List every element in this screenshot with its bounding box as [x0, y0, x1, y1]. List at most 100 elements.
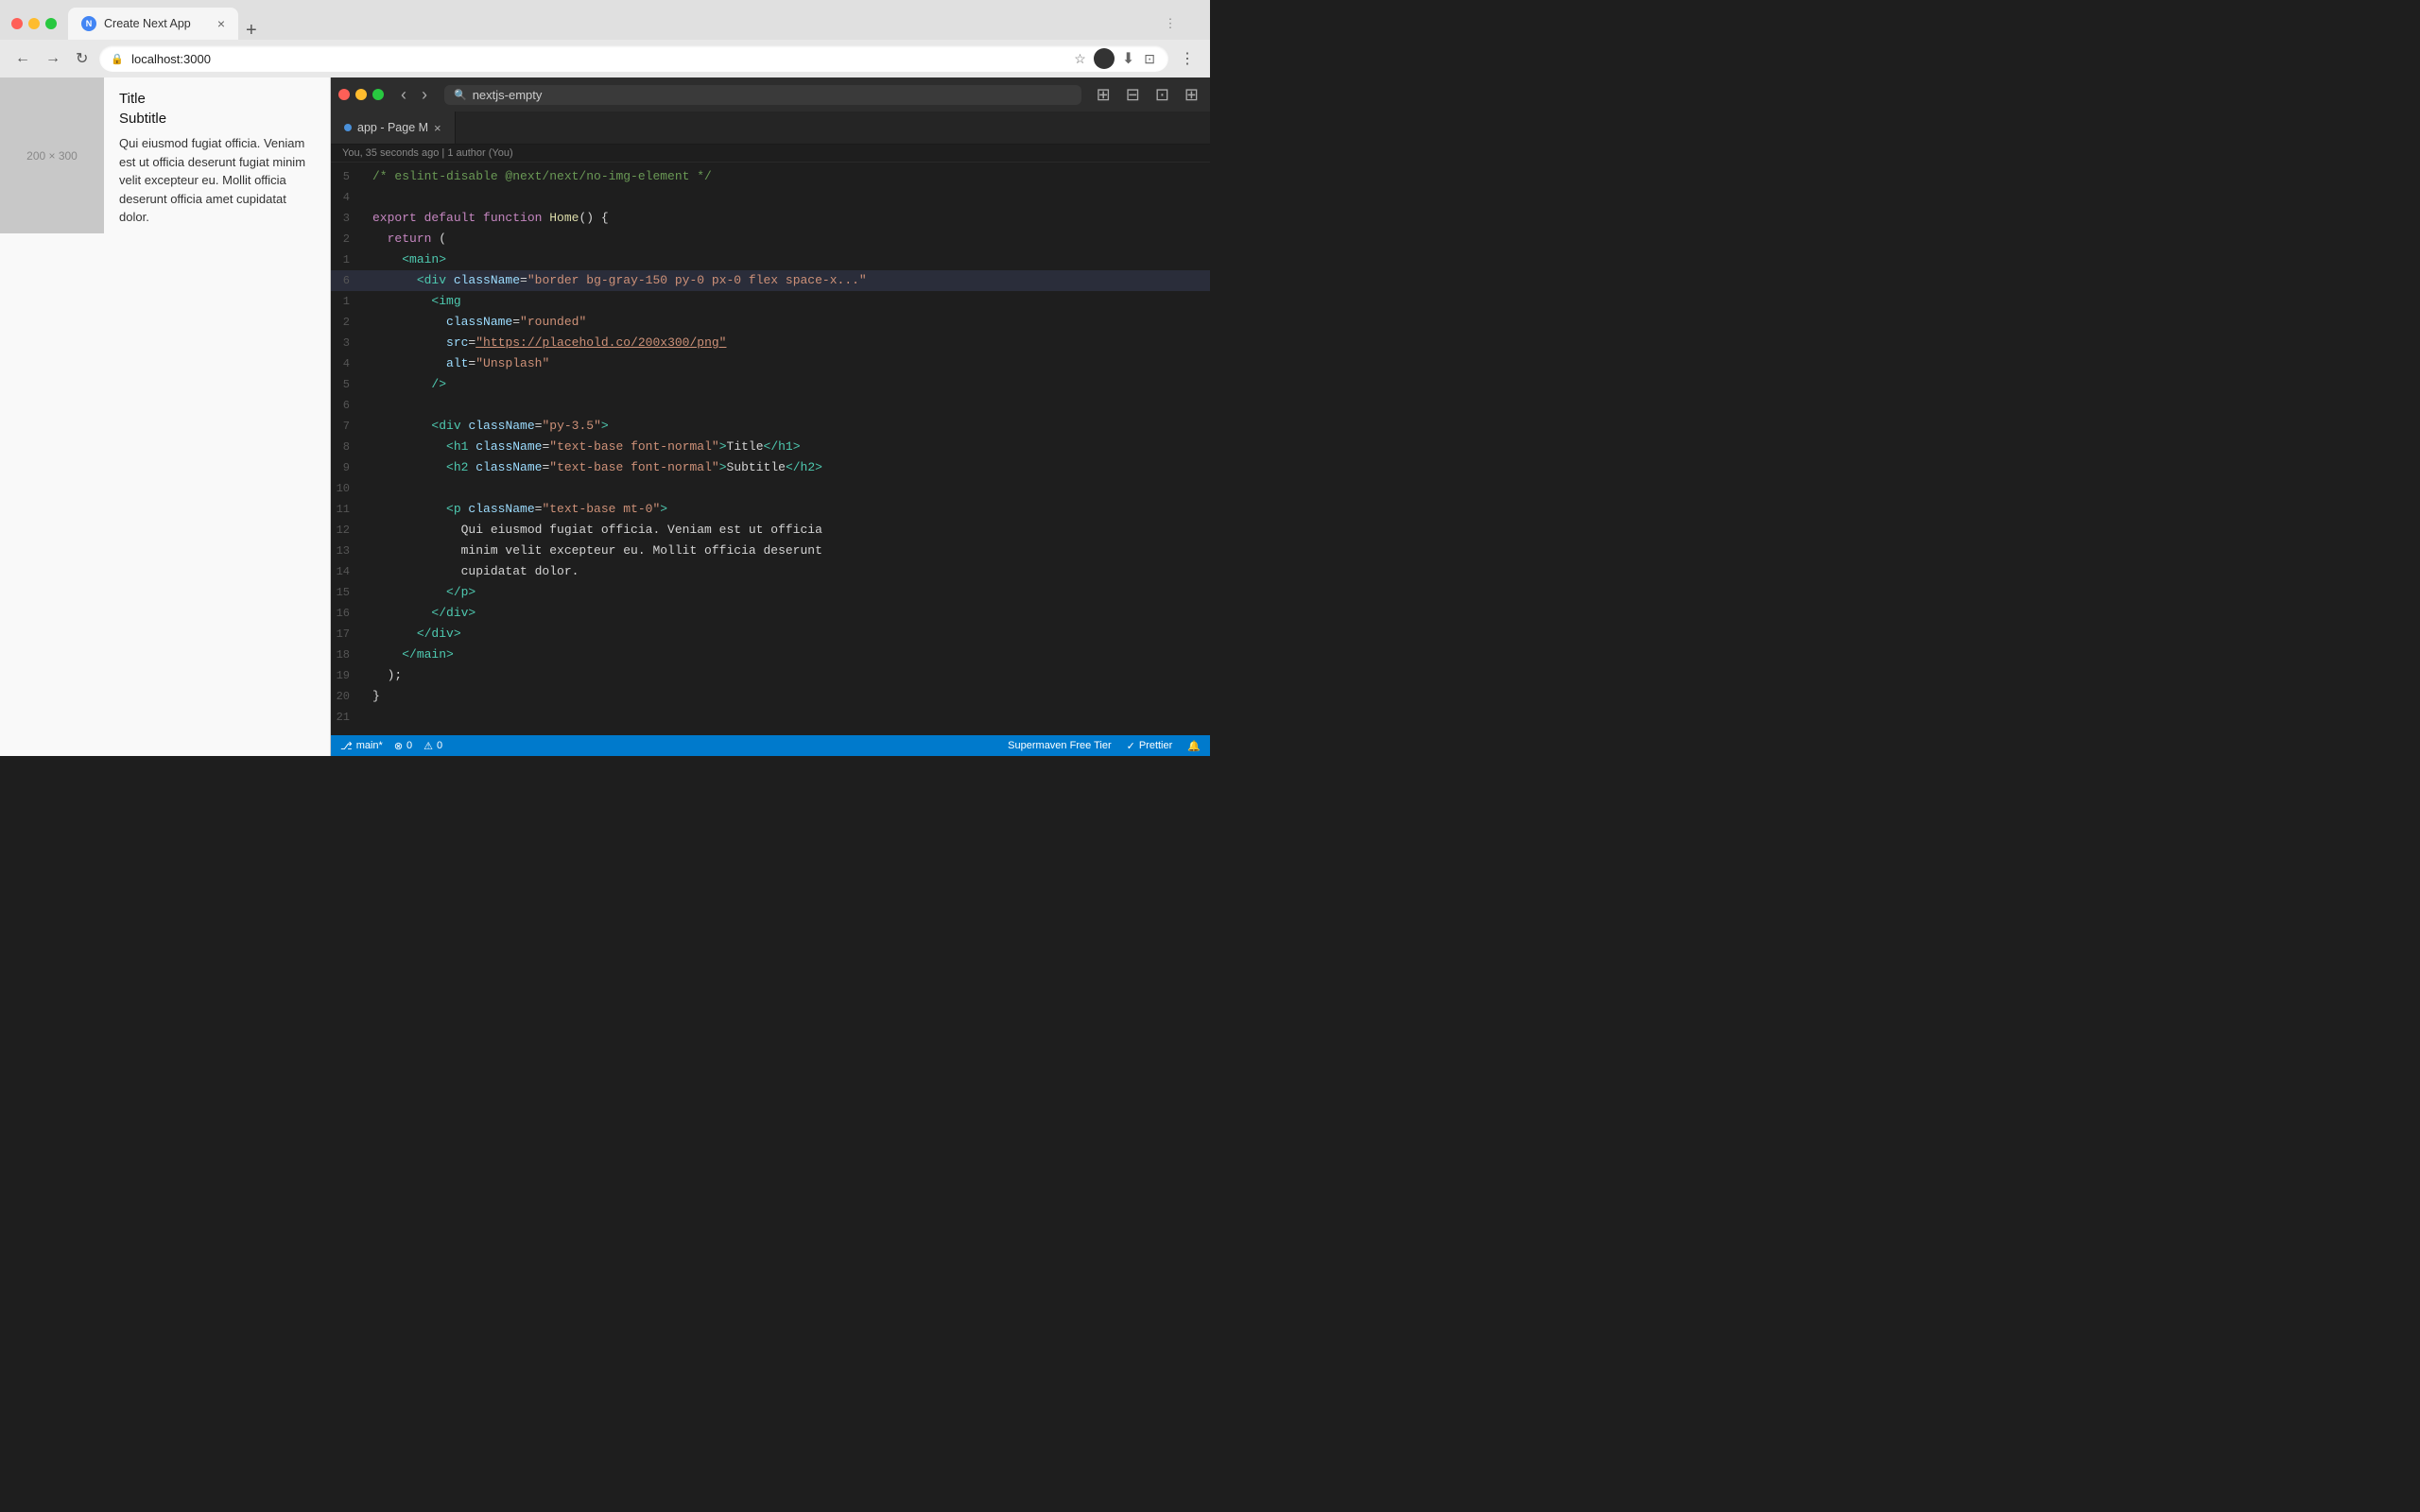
tab-close-button[interactable]: ×	[217, 17, 225, 30]
bookmark-button[interactable]: ☆	[1072, 49, 1088, 69]
line-number: 20	[331, 686, 365, 707]
warnings-status[interactable]: ⚠ 0	[424, 740, 442, 752]
search-text: nextjs-empty	[473, 88, 543, 102]
line-content	[372, 395, 1210, 416]
token	[372, 315, 446, 329]
branch-status[interactable]: ⎇ main*	[340, 740, 383, 752]
token: () {	[579, 211, 608, 225]
editor-search-bar[interactable]: 🔍 nextjs-empty	[444, 85, 1081, 105]
token: className	[475, 439, 542, 454]
split-view-button[interactable]: ⊞	[1093, 83, 1115, 107]
line-number: 4	[331, 187, 365, 208]
browser-content: 200 × 300 Title Subtitle Qui eiusmod fug…	[0, 77, 331, 756]
address-bar[interactable]: 🔒 localhost:3000 ☆ ⬇ ⊡	[99, 45, 1168, 72]
maximize-button[interactable]	[45, 18, 57, 29]
share-button[interactable]: ⊡	[1142, 49, 1157, 69]
line-content: />	[372, 374, 1210, 395]
token: "py-3.5"	[542, 419, 600, 433]
code-line: 12 Qui eiusmod fugiat officia. Veniam es…	[331, 520, 1210, 541]
browser-tab[interactable]: N Create Next App ×	[68, 8, 238, 40]
token	[372, 419, 431, 433]
code-line: 13 minim velit excepteur eu. Mollit offi…	[331, 541, 1210, 561]
line-content: <p className="text-base mt-0">	[372, 499, 1210, 520]
code-line: 5 />	[331, 374, 1210, 395]
tab-title: Create Next App	[104, 17, 210, 30]
token	[372, 273, 417, 287]
browser-menu-button[interactable]: ⋮	[1176, 45, 1199, 72]
bell-status[interactable]: 🔔	[1187, 740, 1201, 752]
token	[372, 335, 446, 350]
token: alt	[446, 356, 468, 370]
token: >	[719, 439, 727, 454]
token: <div	[417, 273, 454, 287]
token: cupidatat dolor.	[372, 564, 579, 578]
main-layout: 200 × 300 Title Subtitle Qui eiusmod fug…	[0, 77, 1210, 756]
editor-tab-close[interactable]: ×	[434, 121, 441, 135]
token: <h2	[446, 460, 475, 474]
token: >	[719, 460, 727, 474]
token: <p	[446, 502, 468, 516]
line-content: alt="Unsplash"	[372, 353, 1210, 374]
editor-maximize-button[interactable]	[372, 89, 384, 100]
prettier-status[interactable]: ✓ Prettier	[1127, 740, 1173, 752]
reload-button[interactable]: ↻	[72, 45, 92, 72]
token: Title	[727, 439, 764, 454]
code-line: 4 alt="Unsplash"	[331, 353, 1210, 374]
code-line: 19 );	[331, 665, 1210, 686]
code-line: 18 </main>	[331, 644, 1210, 665]
code-line: 3export default function Home() {	[331, 208, 1210, 229]
browser-titlebar: N Create Next App × + ⋮	[0, 0, 1210, 40]
line-number: 5	[331, 166, 365, 187]
token: <main>	[402, 252, 446, 266]
editor-close-button[interactable]	[338, 89, 350, 100]
token	[372, 647, 402, 662]
errors-status[interactable]: ⊗ 0	[394, 740, 412, 752]
code-line: 6 <div className="border bg-gray-150 py-…	[331, 270, 1210, 291]
layout-button[interactable]: ⊡	[1151, 83, 1173, 107]
page-subtitle: Subtitle	[119, 111, 315, 127]
profile-button[interactable]	[1094, 48, 1115, 69]
token	[372, 294, 431, 308]
line-content: );	[372, 665, 1210, 686]
code-line: 7 <div className="py-3.5">	[331, 416, 1210, 437]
code-line: 1 <img	[331, 291, 1210, 312]
code-line: 4	[331, 187, 1210, 208]
token: Home	[549, 211, 579, 225]
close-button[interactable]	[11, 18, 23, 29]
line-number: 17	[331, 624, 365, 644]
forward-button[interactable]: →	[42, 46, 64, 71]
token: function	[483, 211, 549, 225]
code-area[interactable]: 5/* eslint-disable @next/next/no-img-ele…	[331, 163, 1210, 735]
line-number: 21	[331, 707, 365, 728]
minimize-button[interactable]	[28, 18, 40, 29]
line-number: 18	[331, 644, 365, 665]
line-content: Qui eiusmod fugiat officia. Veniam est u…	[372, 520, 1210, 541]
line-content	[372, 707, 1210, 728]
settings-button[interactable]: ⊞	[1181, 83, 1202, 107]
back-button[interactable]: ←	[11, 46, 34, 71]
editor-forward-button[interactable]: ›	[416, 83, 433, 107]
token: className	[454, 273, 520, 287]
editor-minimize-button[interactable]	[355, 89, 367, 100]
supermaven-status[interactable]: Supermaven Free Tier	[1008, 740, 1111, 751]
editor-panel: ‹ › 🔍 nextjs-empty ⊞ ⊟ ⊡ ⊞ app - Page M …	[331, 77, 1210, 756]
token: >	[601, 419, 609, 433]
token: className	[468, 502, 534, 516]
line-number: 13	[331, 541, 365, 561]
line-content: <div className="py-3.5">	[372, 416, 1210, 437]
lock-icon: 🔒	[111, 53, 124, 65]
new-tab-button[interactable]: +	[238, 21, 265, 40]
editor-tab-page-m[interactable]: app - Page M ×	[331, 112, 456, 144]
token: "https://placehold.co/200x300/png"	[475, 335, 726, 350]
line-number: 6	[331, 270, 365, 291]
line-number: 6	[331, 395, 365, 416]
line-number: 15	[331, 582, 365, 603]
editor-back-button[interactable]: ‹	[395, 83, 412, 107]
sidebar-button[interactable]: ⊟	[1122, 83, 1144, 107]
address-actions: ☆ ⬇ ⊡	[1072, 47, 1157, 70]
page-body: Qui eiusmod fugiat officia. Veniam est u…	[119, 134, 315, 227]
line-number: 2	[331, 229, 365, 249]
token: export default	[372, 211, 483, 225]
token	[372, 460, 446, 474]
download-button[interactable]: ⬇	[1120, 47, 1136, 70]
